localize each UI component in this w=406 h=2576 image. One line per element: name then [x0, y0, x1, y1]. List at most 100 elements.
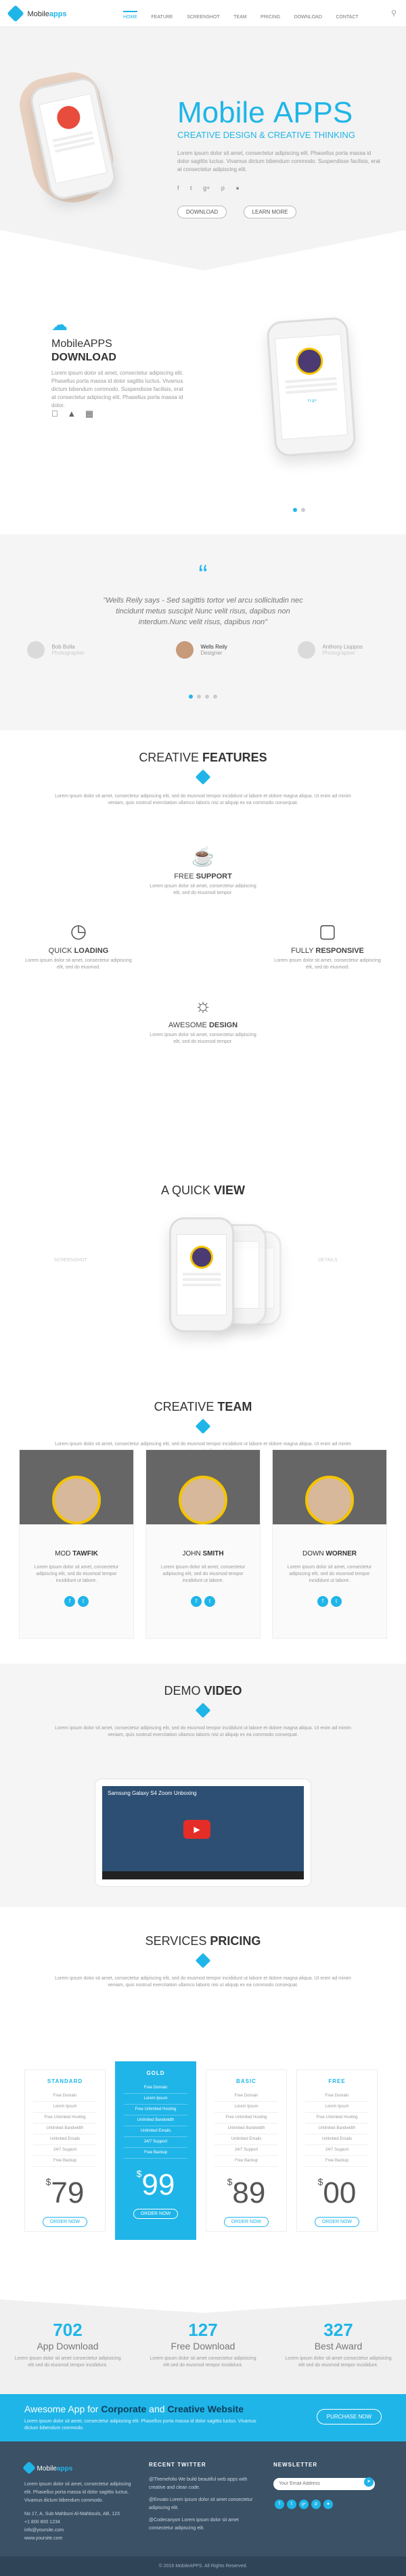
pinterest-icon[interactable]: p: [221, 185, 225, 191]
dribbble-icon[interactable]: ●: [235, 185, 239, 191]
testimonial-person-3[interactable]: Anthony Liuppos Photographer: [298, 641, 363, 659]
googleplus-icon[interactable]: g+: [299, 2500, 309, 2509]
person-role: Photographer: [322, 650, 355, 656]
footer-phone: +1 800 800 1234: [24, 2520, 60, 2525]
quickview-left-label: SCREENSHOT: [54, 1258, 87, 1263]
logo[interactable]: Mobileapps: [7, 5, 67, 22]
plan-feature: Free Backup: [305, 2156, 369, 2167]
purchase-now-button[interactable]: PURCHASE NOW: [316, 2409, 382, 2425]
nav-team[interactable]: TEAM: [233, 15, 246, 20]
avatar: [176, 641, 194, 659]
plan-price: $00: [317, 2176, 357, 2209]
price-card-gold: GOLD Free Domain Lorem Ipsum Free Unlimite…: [115, 2061, 196, 2240]
tweet-item[interactable]: @Themefolio We build beautiful web apps …: [149, 2476, 257, 2492]
footer-tweets-title: RECENT TWITTER: [149, 2462, 206, 2468]
plan-features: Free Domain Lorem Ipsum Free Unlimited Hos…: [297, 2091, 377, 2167]
pager-dot[interactable]: [301, 508, 305, 512]
send-icon[interactable]: ➤: [364, 2477, 374, 2487]
android-icon[interactable]: ▲: [67, 408, 76, 419]
hero-learnmore-button[interactable]: LEARN MORE: [243, 206, 297, 218]
pager-dot[interactable]: [213, 695, 217, 699]
tweet-item[interactable]: @Codecanyon Lorem ipsum dolor sit amet c…: [149, 2516, 257, 2533]
title-part: FEATURES: [202, 751, 267, 764]
order-now-button[interactable]: ORDER NOW: [223, 2217, 269, 2227]
dribbble-icon[interactable]: ●: [323, 2500, 333, 2509]
plan-feature: 24/7 Support: [124, 2137, 187, 2148]
download-pager: [291, 503, 307, 515]
team-card-3: DOWN WORNER Lorem ipsum dolor sit amet, …: [272, 1449, 387, 1639]
nav-screenshot[interactable]: SCREENSHOT: [187, 15, 220, 20]
plan-features: Free Domain Lorem Ipsum Free Unlimited Hos…: [206, 2091, 286, 2167]
testimonial-person-2[interactable]: Wells Reily Designer: [176, 641, 227, 659]
windows-icon[interactable]: ▦: [85, 408, 93, 419]
plan-name: GOLD: [146, 2070, 165, 2076]
facebook-icon[interactable]: f: [64, 1596, 75, 1607]
copyright-text: © 2016 MobileAPPS. All Rights Reserved.: [158, 2564, 248, 2569]
pager-dot[interactable]: [293, 508, 297, 512]
team-card-2: JOHN SMITH Lorem ipsum dolor sit amet, c…: [145, 1449, 261, 1639]
nav-home[interactable]: HOME: [123, 11, 137, 20]
member-name: DOWN WORNER: [273, 1550, 386, 1558]
quickview-phone-screen: [177, 1234, 227, 1315]
testimonial-person-1[interactable]: Bob Bolla Photographer: [27, 641, 85, 659]
order-now-button[interactable]: ORDER NOW: [133, 2209, 179, 2219]
features-section: CREATIVE FEATURES Lorem ipsum dolor sit …: [0, 730, 406, 1163]
nav-pricing[interactable]: PRICING: [261, 15, 280, 20]
title-part: DEMO: [164, 1684, 201, 1697]
play-icon[interactable]: ▶: [183, 1820, 210, 1839]
facebook-icon[interactable]: f: [317, 1596, 328, 1607]
twitter-icon[interactable]: t: [78, 1596, 89, 1607]
hero-download-button[interactable]: DOWNLOAD: [177, 206, 227, 218]
logo-icon: [7, 5, 24, 22]
plan-feature: 24/7 Support: [305, 2145, 369, 2156]
twitter-icon[interactable]: t: [204, 1596, 215, 1607]
plan-feature: Free Domain: [215, 2091, 278, 2102]
testimonial-section: “ "Wells Reily says - Sed sagittis torto…: [0, 534, 406, 730]
plan-feature: Unlimited Emails: [215, 2134, 278, 2145]
avatar: [179, 1476, 227, 1524]
video-controls[interactable]: [102, 1871, 304, 1879]
tweet-item[interactable]: @Envato Lorem ipsum dolor sit amet conse…: [149, 2496, 257, 2512]
nav-download[interactable]: DOWNLOAD: [294, 15, 322, 20]
nav-feature[interactable]: FEATURE: [151, 15, 173, 20]
download-section: ☁ MobileAPPS DOWNLOAD Lorem ipsum dolor …: [0, 271, 406, 534]
twitter-icon[interactable]: t: [287, 2500, 296, 2509]
stat-label: Best Award: [314, 2341, 363, 2351]
banner-text: Awesome App for Corporate and Creative W…: [24, 2404, 244, 2414]
facebook-icon[interactable]: f: [275, 2500, 284, 2509]
video-player[interactable]: Samsung Galaxy S4 Zoom Unboxing ▶: [102, 1786, 304, 1879]
hero-title-1: Mobile: [177, 96, 265, 129]
title-part: A QUICK: [160, 1184, 210, 1197]
pager-dot[interactable]: [205, 695, 209, 699]
first-name: DOWN: [302, 1550, 324, 1558]
footer-about: Mobileapps Lorem ipsum dolor sit amet, c…: [22, 2460, 133, 2543]
video-section: DEMO VIDEO Lorem ipsum dolor sit amet, c…: [0, 1664, 406, 1907]
title-part: CREATIVE: [154, 1400, 215, 1413]
search-icon[interactable]: ⚲: [391, 9, 397, 18]
newsletter-email-input[interactable]: [273, 2477, 375, 2490]
feature-quick-loading: ◷ QUICK LOADING Lorem ipsum dolor sit am…: [24, 920, 133, 971]
apple-icon[interactable]: : [51, 408, 58, 419]
banner-part: Awesome App for: [24, 2404, 99, 2414]
pager-dot[interactable]: [197, 695, 201, 699]
pager-dot[interactable]: [189, 695, 193, 699]
nav-contact[interactable]: CONTACT: [336, 15, 358, 20]
order-now-button[interactable]: ORDER NOW: [42, 2217, 88, 2227]
pricing-intro: Lorem ipsum dolor sit amet, consectetur …: [55, 1976, 351, 1988]
pinterest-icon[interactable]: p: [311, 2500, 321, 2509]
twitter-icon[interactable]: t: [190, 185, 192, 191]
plan-feature: Unlimited Emails: [33, 2134, 97, 2145]
facebook-icon[interactable]: f: [177, 185, 179, 191]
footer-website[interactable]: www.yoursite.com: [24, 2535, 133, 2543]
plan-feature: 24/7 Support: [33, 2145, 97, 2156]
stat-number: 702: [53, 2320, 83, 2340]
last-name: WORNER: [325, 1550, 357, 1558]
footer-email[interactable]: info@yoursite.com: [24, 2527, 133, 2535]
facebook-icon[interactable]: f: [191, 1596, 202, 1607]
feature-title: AWESOME DESIGN: [149, 1021, 257, 1029]
twitter-icon[interactable]: t: [331, 1596, 342, 1607]
price-value: 99: [141, 2168, 175, 2201]
stat-free-download: 127 Free Download Lorem ipsum dolor sit …: [135, 2320, 271, 2369]
order-now-button[interactable]: ORDER NOW: [314, 2217, 360, 2227]
googleplus-icon[interactable]: g+: [203, 185, 210, 191]
